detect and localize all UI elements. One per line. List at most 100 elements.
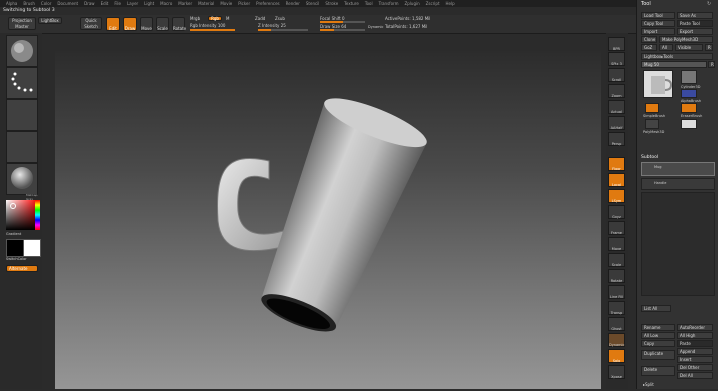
m-button[interactable]: M	[226, 16, 229, 21]
rgb-button[interactable]: Rgb	[208, 16, 222, 21]
brush-thumbnail[interactable]	[6, 35, 38, 67]
scroll-button[interactable]: Scroll	[608, 68, 625, 82]
menu-item[interactable]: Color	[41, 0, 51, 7]
subtool-header[interactable]: Subtool	[641, 155, 658, 160]
menu-item[interactable]: Transform	[379, 0, 399, 7]
menu-item[interactable]: File	[114, 0, 121, 7]
menu-item[interactable]: Marker	[178, 0, 192, 7]
rgb-intensity-label[interactable]: Rgb Intensity 100	[190, 23, 225, 28]
aahalf-button[interactable]: AAHalf	[608, 116, 625, 130]
tool-r-button[interactable]: R	[708, 61, 715, 68]
all-low-button[interactable]: All Low	[641, 332, 675, 339]
paste-tool-button[interactable]: Paste Tool	[677, 20, 713, 27]
menu-item[interactable]: Stroke	[325, 0, 338, 7]
menu-item[interactable]: Picker	[238, 0, 250, 7]
dynamic-view-button[interactable]: Dynamic	[608, 333, 625, 347]
stroke-thumbnail[interactable]	[6, 67, 38, 99]
scale-view-button[interactable]: Scale	[608, 253, 625, 267]
ghost-button[interactable]: Ghost	[608, 317, 625, 331]
undock-icon[interactable]: ↻	[707, 1, 711, 7]
rotate-button[interactable]: Rotate	[172, 17, 186, 31]
menu-item[interactable]: Brush	[23, 0, 35, 7]
import-button[interactable]: Import	[641, 28, 675, 35]
edit-button[interactable]: Edit	[106, 17, 120, 31]
visible-button[interactable]: Visible	[675, 44, 703, 51]
copy-button[interactable]: Copy	[641, 340, 675, 347]
zoom-button[interactable]: Zoom	[608, 84, 625, 98]
menu-item[interactable]: Light	[144, 0, 154, 7]
floor-button[interactable]: Floor	[608, 157, 625, 171]
cylinder-thumbnail[interactable]	[681, 70, 697, 84]
focal-shift-slider[interactable]	[320, 21, 365, 23]
paste-button[interactable]: Paste	[677, 340, 713, 347]
all-button[interactable]: All	[659, 44, 673, 51]
actual-button[interactable]: Actual	[608, 100, 625, 114]
menu-item[interactable]: Zscript	[426, 0, 440, 7]
gxyz-button[interactable]: Gxyz	[608, 205, 625, 219]
menu-item[interactable]: Material	[198, 0, 214, 7]
split-section[interactable]: ▸Split	[643, 382, 654, 387]
menu-item[interactable]: Stencil	[306, 0, 320, 7]
move-view-button[interactable]: Move	[608, 237, 625, 251]
menu-item[interactable]: Preferences	[256, 0, 280, 7]
alpha-brush-thumbnail[interactable]	[681, 89, 697, 98]
scale-button[interactable]: Scale	[156, 17, 169, 31]
menu-item[interactable]: Movie	[220, 0, 232, 7]
menu-item[interactable]: Draw	[84, 0, 94, 7]
material-thumbnail[interactable]	[6, 163, 38, 195]
transp-button[interactable]: Transp	[608, 301, 625, 315]
draw-button[interactable]: Draw	[123, 17, 137, 31]
zsub-button[interactable]: Zsub	[275, 16, 285, 21]
secondary-color-swatch[interactable]	[6, 239, 24, 257]
menu-item[interactable]: Zplugin	[405, 0, 420, 7]
bpr-button[interactable]: BPR	[608, 37, 625, 51]
insert-button[interactable]: Insert	[677, 356, 713, 363]
quick-sketch-button[interactable]: Quick Sketch	[80, 17, 102, 30]
mug-small-thumbnail[interactable]	[681, 119, 697, 129]
solo-button[interactable]: Solo	[608, 349, 625, 363]
alternate-button[interactable]: Alternate	[6, 265, 38, 272]
menu-item[interactable]: Document	[57, 0, 78, 7]
switch-color-button[interactable]: SwitchColor	[6, 257, 27, 261]
mrgb-button[interactable]: Mrgb	[190, 16, 200, 21]
spix-button[interactable]: SPix 3	[608, 52, 625, 66]
alpha-thumbnail[interactable]	[6, 99, 38, 131]
copy-tool-button[interactable]: Copy Tool	[641, 20, 675, 27]
menu-item[interactable]: Texture	[344, 0, 359, 7]
r-button[interactable]: R	[705, 44, 713, 51]
polyf-button[interactable]: Line Fill PolyF	[608, 285, 625, 321]
eraser-brush-thumbnail[interactable]	[681, 103, 697, 113]
del-all-button[interactable]: Del All	[677, 372, 713, 379]
append-button[interactable]: Append	[677, 348, 713, 355]
polymesh-thumbnail[interactable]	[645, 119, 659, 129]
simple-brush-thumbnail[interactable]	[645, 103, 659, 113]
move-button[interactable]: Move	[140, 17, 153, 31]
draw-size-slider[interactable]	[320, 29, 365, 31]
rotate-view-button[interactable]: Rotate	[608, 269, 625, 283]
subtool-item-handle[interactable]: Handle	[641, 178, 715, 190]
menu-item[interactable]: Tool	[365, 0, 373, 7]
rename-button[interactable]: Rename	[641, 324, 675, 331]
make-polymesh-button[interactable]: Make PolyMesh3D	[659, 36, 713, 43]
menu-item[interactable]: Render	[286, 0, 300, 7]
lightbox-tools-button[interactable]: Lightbox▸Tools	[641, 53, 713, 60]
menu-item[interactable]: Edit	[101, 0, 109, 7]
document-canvas[interactable]	[55, 51, 601, 389]
export-button[interactable]: Export	[677, 28, 713, 35]
lsym-button[interactable]: LSym	[608, 189, 625, 203]
tool-slider[interactable]: Mug 50	[641, 61, 707, 68]
main-color-swatch[interactable]	[23, 239, 41, 257]
texture-thumbnail[interactable]	[6, 131, 38, 163]
subtool-item-mug[interactable]: Mug	[641, 162, 715, 176]
del-other-button[interactable]: Del Other	[677, 364, 713, 371]
z-intensity-label[interactable]: Z Intensity 25	[258, 23, 286, 28]
zadd-button[interactable]: Zadd	[255, 16, 265, 21]
delete-button[interactable]: Delete	[641, 366, 675, 376]
xpose-button[interactable]: Xpose	[608, 365, 625, 379]
duplicate-button[interactable]: Duplicate	[641, 350, 675, 360]
menu-item[interactable]: Alpha	[6, 0, 17, 7]
load-tool-button[interactable]: Load Tool	[641, 12, 675, 19]
menu-item[interactable]: Help	[446, 0, 455, 7]
auto-reorder-button[interactable]: AutoReorder	[677, 324, 713, 331]
current-tool-thumbnail[interactable]	[643, 70, 673, 98]
